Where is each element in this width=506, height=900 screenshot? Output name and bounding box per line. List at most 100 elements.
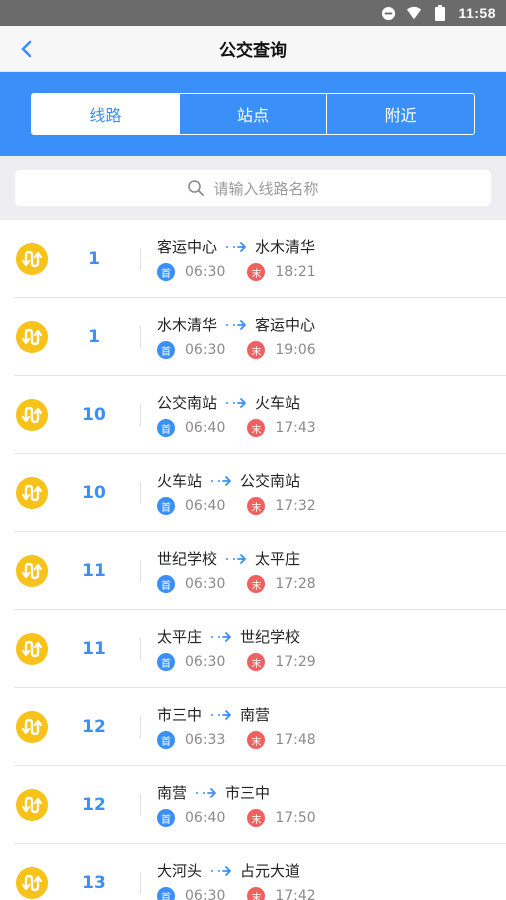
last-bus-time: 18:21	[275, 264, 316, 280]
route-info: 水木清华 客运中心 首 06:30 末 19:06	[157, 314, 316, 359]
route-row[interactable]: 13 大河头 占元大道 首 06:30 末 17:42	[14, 844, 506, 900]
chevron-left-icon	[21, 40, 32, 58]
route-info: 南营 市三中 首 06:40 末 17:50	[157, 782, 316, 827]
last-bus-badge: 末	[247, 263, 266, 281]
app-header: 公交查询	[0, 26, 506, 72]
divider	[140, 871, 141, 894]
clock: 11:58	[458, 5, 496, 21]
route-destination: 南营	[240, 706, 271, 724]
route-number: 11	[82, 560, 106, 581]
first-bus-badge: 首	[157, 887, 175, 900]
route-number: 10	[82, 482, 106, 503]
divider	[140, 403, 141, 426]
route-origin: 火车站	[157, 472, 203, 490]
bus-route-icon	[16, 710, 48, 743]
segmented-tabs: 线路 站点 附近	[31, 93, 475, 135]
route-info: 世纪学校 太平庄 首 06:30 末 17:28	[157, 548, 316, 593]
direction-arrow-icon	[195, 787, 217, 799]
route-info: 大河头 占元大道 首 06:30 末 17:42	[157, 860, 316, 900]
route-origin: 大河头	[157, 862, 203, 880]
route-origin: 太平庄	[157, 628, 203, 646]
route-row[interactable]: 10 火车站 公交南站 首 06:40 末 17:32	[14, 454, 506, 532]
first-bus-time: 06:40	[185, 810, 226, 826]
bus-route-icon	[16, 788, 48, 821]
first-bus-time: 06:30	[185, 576, 226, 592]
route-destination: 水木清华	[255, 238, 316, 256]
first-bus-time: 06:30	[185, 654, 226, 670]
route-origin: 客运中心	[157, 238, 218, 256]
route-row[interactable]: 10 公交南站 火车站 首 06:40 末 17:43	[14, 376, 506, 454]
divider	[140, 247, 141, 270]
tab-nearby[interactable]: 附近	[327, 94, 474, 134]
first-bus-badge: 首	[157, 731, 175, 749]
route-number: 1	[88, 248, 100, 269]
route-destination: 占元大道	[240, 862, 301, 880]
route-origin: 世纪学校	[157, 550, 218, 568]
first-bus-time: 06:40	[185, 420, 226, 436]
route-origin: 公交南站	[157, 394, 218, 412]
last-bus-time: 17:50	[275, 810, 316, 826]
tab-stops[interactable]: 站点	[180, 94, 328, 134]
route-row[interactable]: 1 水木清华 客运中心 首 06:30 末 19:06	[14, 298, 506, 376]
search-input[interactable]: 请输入线路名称	[15, 170, 491, 206]
first-bus-badge: 首	[157, 497, 175, 515]
last-bus-time: 17:43	[275, 420, 316, 436]
last-bus-badge: 末	[247, 809, 266, 827]
route-origin: 市三中	[157, 706, 203, 724]
divider	[140, 325, 141, 348]
last-bus-time: 17:29	[275, 654, 316, 670]
last-bus-time: 17:42	[275, 888, 316, 900]
route-row[interactable]: 1 客运中心 水木清华 首 06:30 末 18:21	[14, 220, 506, 298]
search-band: 请输入线路名称	[0, 156, 506, 220]
route-number: 10	[82, 404, 106, 425]
bus-route-icon	[16, 866, 48, 899]
route-destination: 火车站	[255, 394, 301, 412]
tab-routes[interactable]: 线路	[32, 94, 180, 134]
battery-icon	[432, 5, 448, 21]
route-info: 公交南站 火车站 首 06:40 末 17:43	[157, 392, 316, 437]
direction-arrow-icon	[225, 553, 247, 565]
route-number: 11	[82, 638, 106, 659]
route-destination: 市三中	[225, 784, 271, 802]
route-destination: 太平庄	[255, 550, 301, 568]
last-bus-badge: 末	[247, 887, 266, 900]
route-row[interactable]: 11 太平庄 世纪学校 首 06:30 末 17:29	[14, 610, 506, 688]
bus-route-icon	[16, 632, 48, 665]
route-list: 1 客运中心 水木清华 首 06:30 末 18:21 1 水木清华 客运中心 …	[0, 220, 506, 900]
divider	[140, 637, 141, 660]
do-not-disturb-icon	[380, 5, 396, 21]
page-title: 公交查询	[219, 41, 287, 61]
divider	[140, 481, 141, 504]
back-button[interactable]	[14, 36, 38, 62]
last-bus-badge: 末	[247, 653, 266, 671]
route-destination: 客运中心	[255, 316, 316, 334]
tab-band: 线路 站点 附近	[0, 72, 506, 156]
route-info: 客运中心 水木清华 首 06:30 末 18:21	[157, 236, 316, 281]
route-row[interactable]: 12 市三中 南营 首 06:33 末 17:48	[14, 688, 506, 766]
first-bus-badge: 首	[157, 419, 175, 437]
first-bus-badge: 首	[157, 653, 175, 671]
status-bar: 11:58	[0, 0, 506, 26]
route-number: 12	[82, 794, 106, 815]
bus-route-icon	[16, 242, 48, 275]
last-bus-time: 17:32	[275, 498, 316, 514]
first-bus-badge: 首	[157, 809, 175, 827]
direction-arrow-icon	[210, 475, 232, 487]
first-bus-badge: 首	[157, 341, 175, 359]
route-number: 1	[88, 326, 100, 347]
route-row[interactable]: 11 世纪学校 太平庄 首 06:30 末 17:28	[14, 532, 506, 610]
search-placeholder: 请输入线路名称	[213, 179, 319, 198]
route-info: 市三中 南营 首 06:33 末 17:48	[157, 704, 316, 749]
wifi-icon	[406, 5, 422, 21]
bus-route-icon	[16, 398, 48, 431]
route-origin: 南营	[157, 784, 188, 802]
first-bus-time: 06:30	[185, 264, 226, 280]
bus-route-icon	[16, 320, 48, 353]
direction-arrow-icon	[225, 241, 247, 253]
direction-arrow-icon	[210, 709, 232, 721]
last-bus-badge: 末	[247, 731, 266, 749]
bus-route-icon	[16, 476, 48, 509]
last-bus-time: 17:28	[275, 576, 316, 592]
last-bus-badge: 末	[247, 419, 266, 437]
route-row[interactable]: 12 南营 市三中 首 06:40 末 17:50	[14, 766, 506, 844]
